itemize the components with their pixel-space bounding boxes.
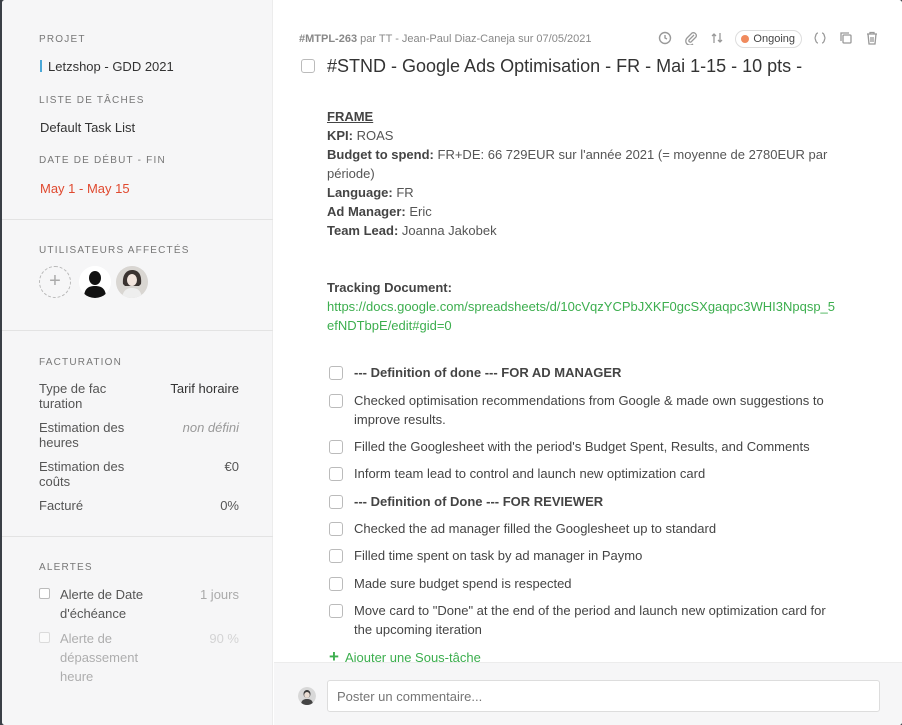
billed-label: Facturé	[39, 498, 84, 513]
description-kpi: KPI: ROAS	[327, 128, 394, 143]
subtask-checkbox[interactable]	[329, 522, 343, 536]
overtime-alert-checkbox	[39, 632, 50, 643]
subtask-label[interactable]: Filled the Googlesheet with the period's…	[354, 437, 829, 456]
task-sidebar: PROJET Letzshop - GDD 2021 LISTE DE TÂCH…	[2, 0, 273, 725]
tasklist-value[interactable]: Default Task List	[40, 120, 135, 135]
comment-input[interactable]	[327, 680, 880, 712]
estimated-cost-label: Estimation des coûts	[39, 459, 125, 489]
task-id[interactable]: #MTPL-263	[299, 33, 357, 45]
status-badge[interactable]: Ongoing	[735, 30, 802, 48]
subtask-label[interactable]: --- Definition of done --- FOR AD MANAGE…	[354, 363, 829, 382]
subtask-label[interactable]: Checked the ad manager filled the Google…	[354, 519, 829, 538]
subtask-checkbox[interactable]	[329, 467, 343, 481]
status-dot	[741, 35, 750, 43]
estimated-hours-label: Estimation des heures	[39, 420, 125, 450]
task-complete-checkbox[interactable]	[301, 59, 315, 73]
due-date-alert-label: Alerte de Date d'échéance	[60, 587, 144, 621]
subtask-label[interactable]: Made sure budget spend is respected	[354, 574, 829, 593]
description-language: Language: FR	[327, 185, 414, 200]
task-modal: PROJET Letzshop - GDD 2021 LISTE DE TÂCH…	[2, 0, 902, 725]
task-meta: #MTPL-263 par TT - Jean-Paul Diaz-Caneja…	[299, 33, 591, 45]
subtask-checkbox[interactable]	[329, 549, 343, 563]
assigned-users-label: UTILISATEURS AFFECTÉS	[39, 245, 190, 256]
task-author-date: par TT - Jean-Paul Diaz-Caneja sur 07/05…	[360, 33, 592, 45]
description-budget: Budget to spend: FR+DE: 66 729EUR sur l'…	[327, 147, 828, 181]
task-toolbar: Ongoing	[647, 29, 880, 49]
subtask-checkbox[interactable]	[329, 394, 343, 408]
billing-type-label: Type de fac turation	[39, 381, 107, 411]
comment-bar	[274, 662, 902, 725]
trash-icon[interactable]	[864, 31, 880, 47]
attachment-icon[interactable]	[683, 31, 699, 47]
project-label: PROJET	[39, 34, 86, 45]
subtask-checkbox[interactable]	[329, 495, 343, 509]
subtask-label[interactable]: Inform team lead to control and launch n…	[354, 464, 829, 483]
project-color-bar	[40, 60, 42, 72]
dates-label: DATE DE DÉBUT - FIN	[39, 155, 166, 166]
divider	[2, 330, 273, 331]
subtask-checkbox[interactable]	[329, 440, 343, 454]
status-label: Ongoing	[753, 33, 795, 45]
timer-icon[interactable]	[657, 31, 673, 47]
estimated-cost-value[interactable]: €0	[225, 459, 239, 474]
subtask-label[interactable]: Checked optimisation recommendations fro…	[354, 391, 829, 429]
divider	[2, 219, 273, 220]
current-user-icon	[298, 687, 316, 705]
description-frame-heading: FRAME	[327, 109, 374, 124]
subtask-checkbox[interactable]	[329, 604, 343, 618]
add-user-button[interactable]: +	[39, 266, 71, 298]
billed-value: 0%	[220, 498, 239, 513]
subtask-label[interactable]: --- Definition of Done --- FOR REVIEWER	[354, 492, 829, 511]
avatar	[298, 687, 316, 705]
description-team-lead: Team Lead: Joanna Jakobek	[327, 223, 497, 238]
estimated-hours-value[interactable]: non défini	[183, 420, 239, 435]
due-date-alert-value[interactable]: 1 jours	[200, 585, 239, 604]
overtime-alert-value: 90 %	[209, 631, 239, 646]
description-ad-manager: Ad Manager: Eric	[327, 204, 432, 219]
dates-value[interactable]: May 1 - May 15	[40, 181, 130, 196]
due-date-alert-checkbox[interactable]	[39, 588, 50, 599]
billing-label: FACTURATION	[39, 357, 123, 368]
avatar[interactable]	[79, 266, 111, 298]
project-value[interactable]: Letzshop - GDD 2021	[48, 59, 174, 74]
tasklist-label: LISTE DE TÂCHES	[39, 95, 145, 106]
user-photo-icon	[116, 266, 148, 298]
alerts-label: ALERTES	[39, 562, 93, 573]
billing-type-value[interactable]: Tarif horaire	[170, 381, 239, 396]
copy-icon[interactable]	[838, 31, 854, 47]
task-main: #MTPL-263 par TT - Jean-Paul Diaz-Caneja…	[274, 0, 902, 725]
task-title[interactable]: #STND - Google Ads Optimisation - FR - M…	[327, 56, 802, 77]
subtask-label[interactable]: Move card to "Done" at the end of the pe…	[354, 601, 829, 639]
divider	[2, 536, 273, 537]
avatar[interactable]	[116, 266, 148, 298]
overtime-alert-label: Alerte de dépassement heure	[60, 631, 139, 684]
dependencies-icon[interactable]	[812, 31, 828, 47]
move-icon[interactable]	[709, 31, 725, 47]
user-silhouette-icon	[79, 266, 111, 298]
subtask-label[interactable]: Filled time spent on task by ad manager …	[354, 546, 829, 565]
subtask-checkbox[interactable]	[329, 366, 343, 380]
tracking-document-link[interactable]: https://docs.google.com/spreadsheets/d/1…	[327, 297, 839, 335]
description-tracking-label: Tracking Document:	[327, 280, 452, 295]
subtask-checkbox[interactable]	[329, 577, 343, 591]
